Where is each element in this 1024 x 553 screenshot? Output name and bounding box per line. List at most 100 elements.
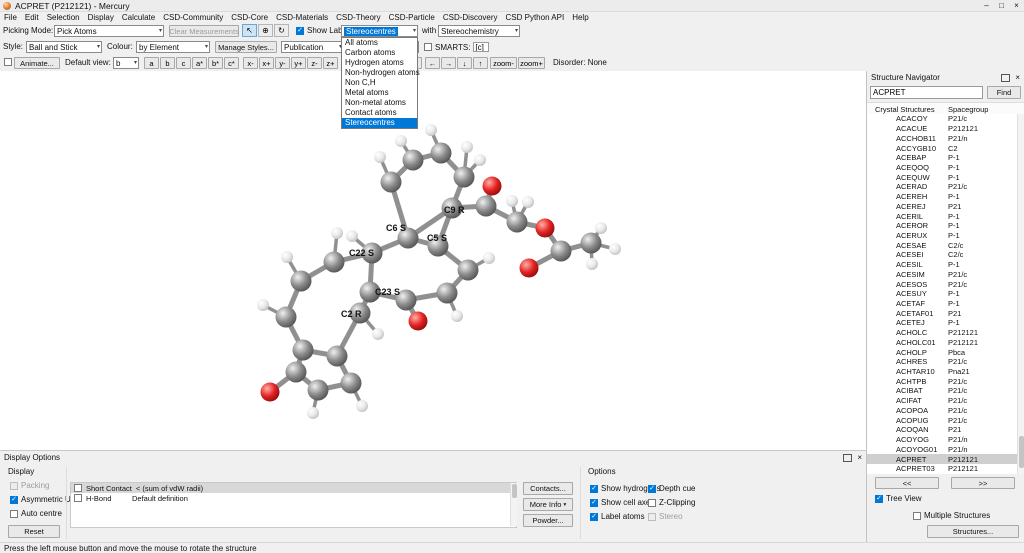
structure-row-acoqan[interactable]: ACOQANP21	[867, 425, 1024, 435]
atom-c[interactable]	[437, 283, 458, 304]
structure-row-acholp[interactable]: ACHOLPPbca	[867, 347, 1024, 357]
picking-mode-combobox[interactable]: Pick Atoms	[54, 25, 164, 37]
atom-c[interactable]	[286, 362, 307, 383]
molecule-view[interactable]: C6 SC9 RC5 SC22 SC23 SC2 R	[0, 71, 866, 450]
structure-row-aceror[interactable]: ACERORP-1	[867, 221, 1024, 231]
structure-row-acopoa[interactable]: ACOPOAP21/c	[867, 406, 1024, 416]
atom-h[interactable]	[461, 141, 473, 153]
option-depth-cue-checkbox[interactable]	[648, 485, 656, 493]
minimize-button[interactable]: –	[979, 0, 994, 12]
structure-row-acetaf[interactable]: ACETAFP-1	[867, 299, 1024, 309]
atom-h[interactable]	[356, 400, 368, 412]
display-asymmetric-unit-checkbox[interactable]	[10, 496, 18, 504]
structure-row-accygb10[interactable]: ACCYGB10C2	[867, 143, 1024, 153]
menu-item-csd-discovery[interactable]: CSD-Discovery	[439, 13, 502, 22]
atom-c[interactable]	[403, 150, 424, 171]
prev-structure-button[interactable]: <<	[875, 477, 939, 489]
structure-row-achres[interactable]: ACHRESP21/c	[867, 357, 1024, 367]
style-combobox[interactable]: Ball and Stick	[26, 41, 102, 53]
axis-buttons-a[interactable]: a	[144, 57, 159, 69]
animate-checkbox[interactable]	[4, 58, 12, 66]
atom-c[interactable]	[431, 143, 452, 164]
smarts-input[interactable]	[473, 42, 489, 52]
structure-row-acpret[interactable]: ACPRETP212121	[867, 454, 1024, 464]
structure-canvas[interactable]: C6 SC9 RC5 SC22 SC23 SC2 R	[0, 71, 866, 450]
display-asymmetric-unit-row[interactable]: Asymmetric Unit	[10, 495, 79, 504]
translate-buttons-z[interactable]: z-	[307, 57, 322, 69]
atom-h[interactable]	[451, 310, 463, 322]
rotate-tool-icon[interactable]: ↻	[274, 24, 289, 37]
show-labels-checkbox[interactable]	[296, 27, 304, 35]
atom-h[interactable]	[483, 252, 495, 264]
structure-row-acesil[interactable]: ACESILP-1	[867, 260, 1024, 270]
direction-buttons-1[interactable]: →	[441, 57, 456, 69]
option-label-atoms-checkbox[interactable]	[590, 513, 598, 521]
structure-row-acoyog[interactable]: ACOYOGP21/n	[867, 435, 1024, 445]
stereochemistry-combobox[interactable]: Stereochemistry	[438, 25, 520, 37]
close-button[interactable]: ×	[1009, 0, 1024, 12]
structure-row-acoyog01[interactable]: ACOYOG01P21/n	[867, 444, 1024, 454]
atom-c[interactable]	[293, 340, 314, 361]
atom-h[interactable]	[307, 407, 319, 419]
menu-item-csd-particle[interactable]: CSD-Particle	[385, 13, 439, 22]
tree-view-checkbox[interactable]	[875, 495, 883, 503]
select-tool-icon[interactable]: ↖	[242, 24, 257, 37]
tree-view-row[interactable]: Tree View	[875, 494, 922, 503]
structure-row-acequw[interactable]: ACEQUWP-1	[867, 172, 1024, 182]
axis-buttons-a*[interactable]: a*	[192, 57, 207, 69]
structure-row-acebap[interactable]: ACEBAPP-1	[867, 153, 1024, 163]
structure-row-acesei[interactable]: ACESEIC2/c	[867, 250, 1024, 260]
menu-item-file[interactable]: File	[0, 13, 21, 22]
dropdown-item-hydrogen-atoms[interactable]: Hydrogen atoms	[342, 58, 417, 68]
animate-button[interactable]: Animate...	[14, 57, 60, 69]
dropdown-item-metal-atoms[interactable]: Metal atoms	[342, 88, 417, 98]
display-auto-centre-row[interactable]: Auto centre	[10, 509, 79, 518]
atom-c[interactable]	[308, 380, 329, 401]
atom-h[interactable]	[257, 299, 269, 311]
animate-row[interactable]	[4, 58, 12, 66]
smarts-checkbox[interactable]	[424, 43, 432, 51]
structure-row-acibat[interactable]: ACIBATP21/c	[867, 386, 1024, 396]
structure-list[interactable]: ACACOYP21/cACACUEP212121ACCHOB11P21/nACC…	[867, 114, 1024, 474]
zoom-buttons-zoom+[interactable]: zoom+	[518, 57, 545, 69]
menu-item-help[interactable]: Help	[568, 13, 592, 22]
maximize-button[interactable]: □	[994, 0, 1009, 12]
axis-buttons-c[interactable]: c	[176, 57, 191, 69]
axis-buttons-c*[interactable]: c*	[224, 57, 239, 69]
atom-c[interactable]	[381, 172, 402, 193]
axis-buttons-b*[interactable]: b*	[208, 57, 223, 69]
direction-buttons-3[interactable]: ↑	[473, 57, 488, 69]
menu-item-csd-materials[interactable]: CSD-Materials	[272, 13, 332, 22]
atom-h[interactable]	[474, 154, 486, 166]
structure-row-acerux[interactable]: ACERUXP-1	[867, 231, 1024, 241]
atom-c[interactable]	[507, 212, 528, 233]
menu-item-edit[interactable]: Edit	[21, 13, 43, 22]
atom-o[interactable]	[409, 312, 428, 331]
dropdown-item-non-hydrogen-atoms[interactable]: Non-hydrogen atoms	[342, 68, 417, 78]
dropdown-item-all-atoms[interactable]: All atoms	[342, 38, 417, 48]
structure-row-acesae[interactable]: ACESAEC2/c	[867, 240, 1024, 250]
structure-list-scrollbar[interactable]	[1017, 114, 1024, 474]
dropdown-item-contact-atoms[interactable]: Contact atoms	[342, 108, 417, 118]
scrollbar-thumb[interactable]	[1019, 436, 1024, 468]
option-z-clipping-checkbox[interactable]	[648, 499, 656, 507]
translate-buttons-y[interactable]: y-	[275, 57, 290, 69]
colour-combobox[interactable]: by Element	[136, 41, 210, 53]
float-panel-icon[interactable]	[1001, 74, 1010, 82]
menu-item-calculate[interactable]: Calculate	[118, 13, 159, 22]
structure-row-acereh[interactable]: ACEREHP-1	[867, 192, 1024, 202]
atom-c[interactable]	[327, 346, 348, 367]
structure-row-acacoy[interactable]: ACACOYP21/c	[867, 114, 1024, 124]
translate-buttons-x+[interactable]: x+	[259, 57, 274, 69]
atom-h[interactable]	[395, 135, 407, 147]
short-contact-checkbox[interactable]	[74, 484, 82, 492]
atom-c[interactable]	[454, 167, 475, 188]
contacts-button[interactable]: Contacts...	[523, 482, 573, 495]
direction-buttons-0[interactable]: ←	[425, 57, 440, 69]
default-view-combobox[interactable]: b	[113, 57, 139, 69]
atom-c[interactable]	[324, 252, 345, 273]
contacts-list[interactable]: Short Contact< (sum of vdW radii)H-BondD…	[70, 482, 517, 528]
option-depth-cue-row[interactable]: Depth cue	[648, 484, 695, 493]
float-display-options-icon[interactable]	[843, 454, 852, 462]
contacts-scrollbar-thumb[interactable]	[512, 484, 517, 498]
